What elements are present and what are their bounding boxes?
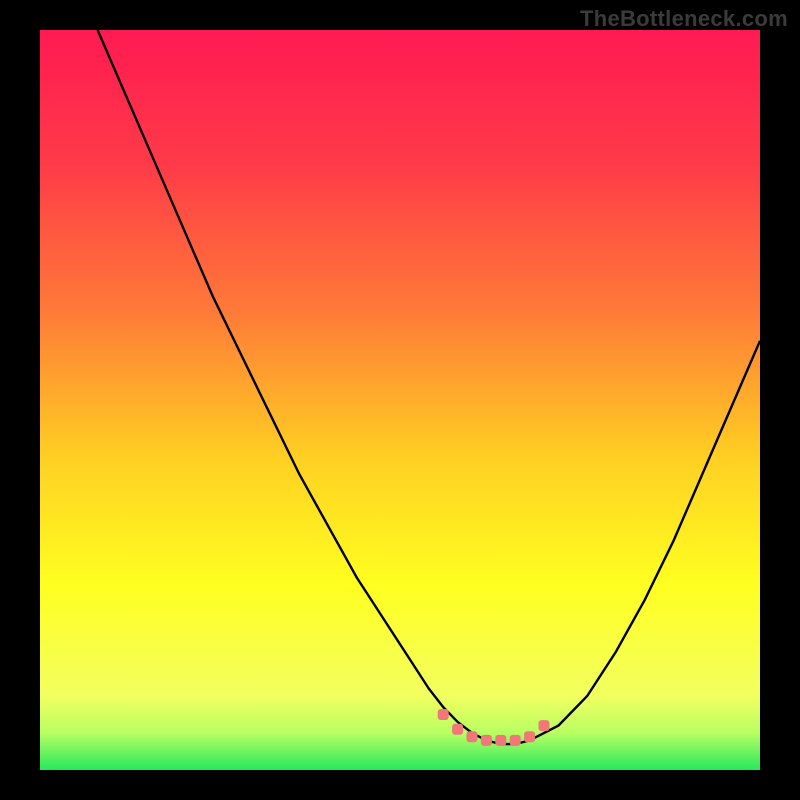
chart-background <box>40 30 760 770</box>
bottom-marker-dot <box>452 724 463 735</box>
bottom-marker-dot <box>438 709 449 720</box>
watermark-text: TheBottleneck.com <box>580 6 788 32</box>
bottom-marker-dot <box>510 735 521 746</box>
bottom-marker-dot <box>495 735 506 746</box>
bottom-marker-dot <box>481 735 492 746</box>
bottom-marker-dot <box>467 731 478 742</box>
bottom-marker-dot <box>539 720 550 731</box>
bottom-marker-dot <box>524 731 535 742</box>
plot-area <box>40 30 760 770</box>
bottleneck-curve-chart <box>40 30 760 770</box>
chart-frame: TheBottleneck.com <box>0 0 800 800</box>
